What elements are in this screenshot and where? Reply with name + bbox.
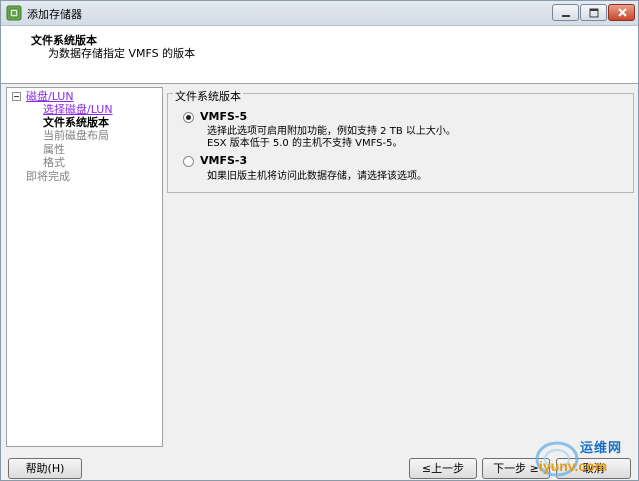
title-bar[interactable]: 添加存储器 xyxy=(1,1,638,26)
nav-item-current-disk-layout: 当前磁盘布局 xyxy=(43,129,109,142)
vmfs5-desc-line1: 选择此选项可启用附加功能，例如支持 2 TB 以上大小。 xyxy=(207,126,456,137)
maximize-icon xyxy=(589,8,599,18)
close-button[interactable] xyxy=(608,4,635,21)
vmfs5-desc-line2: ESX 版本低于 5.0 的主机不支持 VMFS-5。 xyxy=(207,138,403,149)
minimize-icon xyxy=(562,15,570,17)
nav-item-select-disk-lun[interactable]: 选择磁盘/LUN xyxy=(43,103,113,116)
wizard-step-nav: 磁盘/LUN 选择磁盘/LUN 文件系统版本 当前磁盘布局 属性 格式 即将完成 xyxy=(6,87,163,447)
wizard-header: 文件系统版本 为数据存储指定 VMFS 的版本 xyxy=(1,26,638,84)
page-subtitle: 为数据存储指定 VMFS 的版本 xyxy=(48,47,196,60)
vmfs5-radio[interactable] xyxy=(183,112,194,123)
nav-item-disk-lun[interactable]: 磁盘/LUN xyxy=(26,90,74,103)
help-button[interactable]: 帮助(H) xyxy=(8,458,82,479)
next-button[interactable]: 下一步 ≥ xyxy=(482,458,550,479)
add-storage-window: 添加存储器 文件系统版本 为数据存储指定 VMFS 的版本 磁盘/LUN 选择磁… xyxy=(0,0,639,481)
nav-item-format: 格式 xyxy=(43,156,65,169)
maximize-button[interactable] xyxy=(580,4,607,21)
cancel-button[interactable]: 取消 xyxy=(556,458,631,479)
vmfs3-radio[interactable] xyxy=(183,156,194,167)
nav-item-file-system-version: 文件系统版本 xyxy=(43,116,109,129)
minimize-button[interactable] xyxy=(552,4,579,21)
nav-item-ready-to-complete: 即将完成 xyxy=(26,170,70,183)
back-button[interactable]: ≤上一步 xyxy=(409,458,477,479)
wizard-content: 文件系统版本 VMFS-5 选择此选项可启用附加功能，例如支持 2 TB 以上大… xyxy=(164,87,637,447)
vmfs5-label[interactable]: VMFS-5 xyxy=(200,110,247,123)
close-icon xyxy=(618,8,627,17)
fs-version-groupbox: 文件系统版本 VMFS-5 选择此选项可启用附加功能，例如支持 2 TB 以上大… xyxy=(167,88,634,193)
nav-item-properties: 属性 xyxy=(43,143,65,156)
window-title: 添加存储器 xyxy=(27,8,82,21)
vmfs3-desc: 如果旧版主机将访问此数据存储，请选择该选项。 xyxy=(207,171,427,182)
tree-collapse-icon[interactable] xyxy=(12,92,21,101)
vmfs3-label[interactable]: VMFS-3 xyxy=(200,154,247,167)
groupbox-title: 文件系统版本 xyxy=(173,88,243,104)
wizard-button-bar: 帮助(H) ≤上一步 下一步 ≥ 取消 xyxy=(1,453,638,480)
vsphere-app-icon xyxy=(6,5,22,21)
